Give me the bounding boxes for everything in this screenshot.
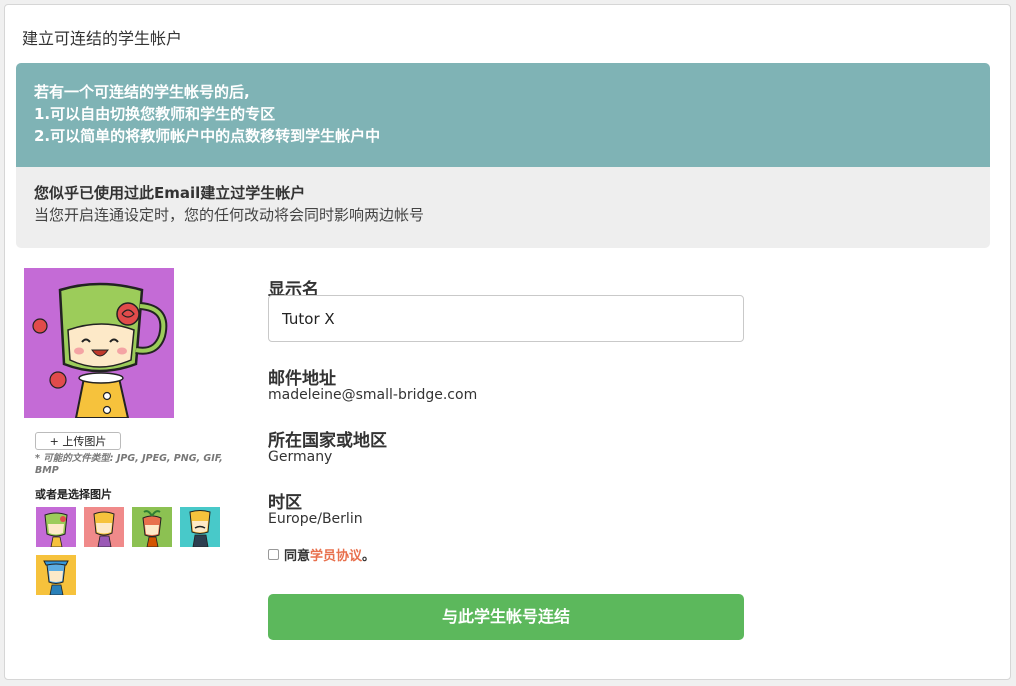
info-line-1: 若有一个可连结的学生帐号的后, (34, 83, 250, 101)
student-agreement-link[interactable]: 学员协议 (310, 545, 362, 564)
agreement-checkbox[interactable] (268, 549, 279, 560)
email-value: madeleine@small-bridge.com (268, 387, 478, 403)
info-line-3: 2.可以简单的将教师帐户中的点数移转到学生帐户中 (34, 127, 381, 145)
current-avatar-image (24, 268, 174, 418)
upload-image-button[interactable]: + 上传图片 (35, 432, 121, 450)
timezone-label: 时区 (268, 493, 302, 513)
agreement-prefix: 同意 (284, 549, 311, 564)
avatar-option-green-cup[interactable] (36, 507, 76, 547)
allowed-file-types: * 可能的文件类型: JPG, JPEG, PNG, GIF, BMP (35, 453, 223, 476)
avatar-option-gentleman-cup[interactable] (180, 507, 220, 547)
email-label: 邮件地址 (268, 369, 336, 389)
notice-title: 您似乎已使用过此Email建立过学生帐户 (34, 184, 306, 202)
avatar-option-blue-hat-cup[interactable] (36, 555, 76, 595)
agreement-suffix: 。 (362, 549, 376, 564)
info-line-2: 1.可以自由切换您教师和学生的专区 (34, 105, 276, 123)
country-value: Germany (268, 449, 333, 465)
agreement-row: 同意 学员协议 。 (268, 545, 375, 564)
timezone-value: Europe/Berlin (268, 511, 363, 527)
choose-image-label: 或者是选择图片 (35, 488, 112, 501)
existing-account-notice: 您似乎已使用过此Email建立过学生帐户 当您开启连通设定时，您的任何改动将会同… (16, 167, 990, 226)
avatar-option-pink-cup[interactable] (84, 507, 124, 547)
panel-title: 建立可连结的学生帐户 (22, 29, 183, 48)
notice-subtitle: 当您开启连通设定时，您的任何改动将会同时影响两边帐号 (34, 206, 425, 224)
country-label: 所在国家或地区 (268, 431, 387, 451)
connect-student-account-button[interactable]: 与此学生帐号连结 (268, 594, 744, 640)
avatar-option-sprout-cup[interactable] (132, 507, 172, 547)
info-benefits: 若有一个可连结的学生帐号的后, 1.可以自由切换您教师和学生的专区 2.可以简单… (16, 63, 990, 167)
info-box: 若有一个可连结的学生帐号的后, 1.可以自由切换您教师和学生的专区 2.可以简单… (16, 63, 990, 248)
display-name-input[interactable] (268, 295, 744, 342)
